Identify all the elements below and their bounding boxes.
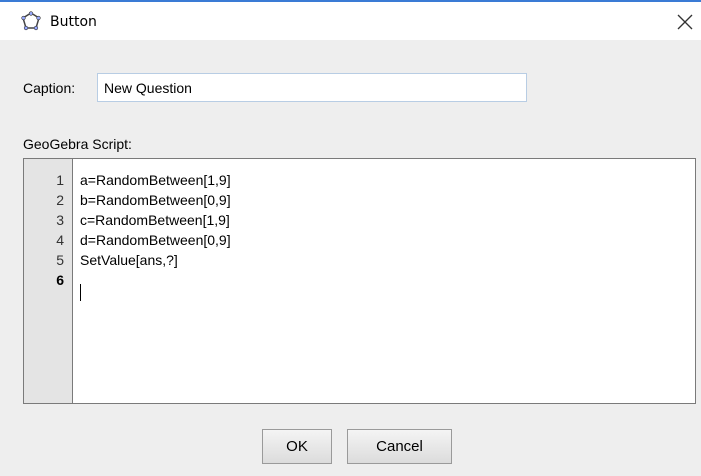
code-line[interactable]: d=RandomBetween[0,9] bbox=[80, 230, 231, 250]
script-editor[interactable]: 1 2 3 4 5 6 a=RandomBetween[1,9] b=Rando… bbox=[23, 158, 696, 404]
caption-input[interactable] bbox=[97, 73, 527, 102]
code-line[interactable]: c=RandomBetween[1,9] bbox=[80, 210, 230, 230]
line-number-gutter: 1 2 3 4 5 6 bbox=[24, 159, 73, 403]
line-number-current: 6 bbox=[56, 272, 64, 288]
line-number: 4 bbox=[56, 232, 64, 248]
close-icon[interactable] bbox=[672, 9, 698, 35]
line-number: 1 bbox=[56, 172, 64, 188]
line-number: 5 bbox=[56, 252, 64, 268]
dialog-title: Button bbox=[50, 14, 97, 30]
line-number: 2 bbox=[56, 192, 64, 208]
code-line[interactable]: a=RandomBetween[1,9] bbox=[80, 170, 231, 190]
script-label: GeoGebra Script: bbox=[23, 136, 132, 152]
ok-button[interactable]: OK bbox=[262, 429, 332, 464]
dialog-body: Caption: GeoGebra Script: 1 2 3 4 5 6 a=… bbox=[0, 40, 701, 476]
background-accent-line bbox=[0, 0, 701, 2]
code-line[interactable]: b=RandomBetween[0,9] bbox=[80, 190, 231, 210]
caption-label: Caption: bbox=[23, 80, 76, 96]
geogebra-object-icon bbox=[21, 11, 41, 31]
line-number: 3 bbox=[56, 212, 64, 228]
dialog-titlebar[interactable]: Button bbox=[0, 4, 701, 40]
code-line[interactable]: SetValue[ans,?] bbox=[80, 250, 178, 270]
text-caret bbox=[80, 284, 81, 301]
cancel-button[interactable]: Cancel bbox=[347, 429, 452, 464]
